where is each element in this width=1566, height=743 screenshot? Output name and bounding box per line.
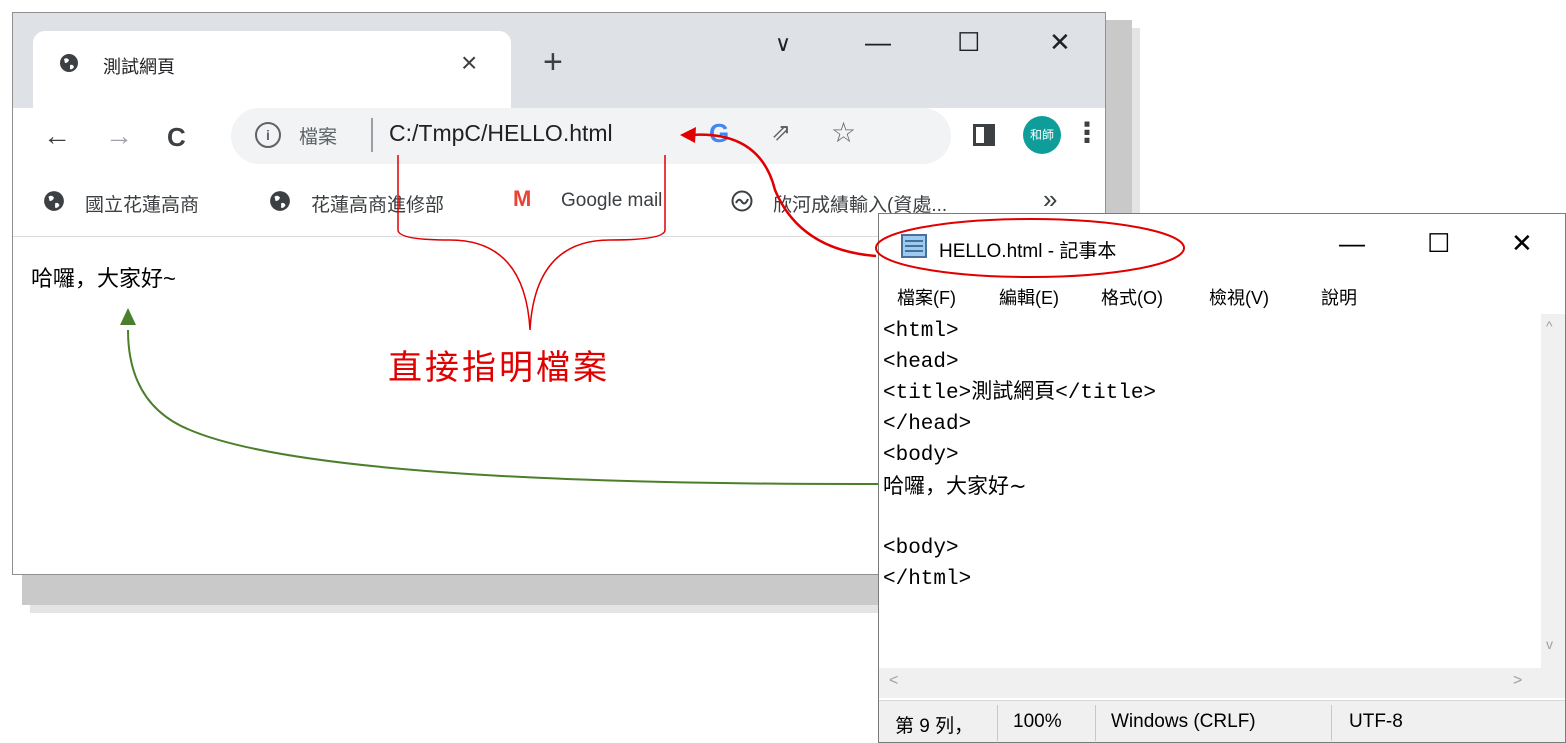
menu-file[interactable]: 檔案(F) — [897, 284, 956, 310]
side-panel-icon[interactable] — [973, 124, 995, 146]
gmail-icon: M — [513, 186, 532, 211]
text-line: <html> — [883, 320, 959, 343]
notepad-titlebar: HELLO.html - 記事本 — ☐ ✕ — [879, 214, 1565, 276]
tab-strip: 測試網頁 × + ∨ — ☐ ✕ — [13, 13, 1105, 108]
globe-icon — [270, 191, 290, 211]
text-line: </head> — [883, 413, 972, 436]
menu-help[interactable]: 說明 — [1321, 284, 1357, 310]
new-tab-button[interactable]: + — [543, 43, 563, 82]
tab-search-icon[interactable]: ∨ — [775, 31, 791, 57]
notepad-window: HELLO.html - 記事本 — ☐ ✕ 檔案(F) 編輯(E) 格式(O)… — [878, 213, 1566, 743]
bookmarks-more-icon[interactable]: » — [1043, 184, 1057, 215]
maximize-button[interactable]: ☐ — [1427, 228, 1450, 259]
status-divider — [1331, 705, 1332, 741]
text-line: </html> — [883, 568, 972, 591]
address-bar[interactable]: i 檔案 C:/TmpC/HELLO.html G ⇗ ☆ — [231, 108, 951, 164]
close-button[interactable]: ✕ — [1511, 228, 1533, 259]
share-icon[interactable]: ⇗ — [771, 118, 791, 147]
notepad-menubar: 檔案(F) 編輯(E) 格式(O) 檢視(V) 說明 — [879, 276, 1565, 314]
status-divider — [997, 705, 998, 741]
status-divider — [1095, 705, 1096, 741]
page-content: 哈囉，大家好~ — [31, 266, 176, 291]
scroll-up-icon[interactable]: ^ — [1546, 318, 1553, 334]
menu-format[interactable]: 格式(O) — [1101, 284, 1163, 310]
status-encoding: UTF-8 — [1349, 711, 1403, 732]
scroll-down-icon[interactable]: v — [1546, 636, 1553, 652]
status-bar: 第 9 列， 100% Windows (CRLF) UTF-8 — [879, 700, 1565, 742]
globe-icon — [44, 191, 64, 211]
horizontal-scrollbar[interactable]: < > — [879, 668, 1565, 698]
bookmark-item[interactable]: 花蓮高商進修部 — [311, 190, 444, 217]
text-line: <body> — [883, 537, 959, 560]
address-scheme: 檔案 — [299, 127, 338, 148]
tab-title: 測試網頁 — [103, 57, 175, 77]
status-position: 第 9 列， — [895, 716, 974, 737]
text-line: <head> — [883, 351, 959, 374]
bookmark-item[interactable]: 國立花蓮高商 — [85, 190, 199, 217]
text-line: <title>測試網頁</title> — [883, 382, 1157, 405]
scroll-right-icon[interactable]: > — [1513, 672, 1522, 690]
text-line: 哈囉，大家好~ — [883, 474, 1027, 498]
google-icon[interactable]: G — [709, 118, 729, 149]
text-line: <body> — [883, 444, 959, 467]
notepad-title: HELLO.html - 記事本 — [939, 241, 1117, 262]
annotation-label: 直接指明檔案 — [388, 348, 610, 388]
menu-edit[interactable]: 編輯(E) — [999, 284, 1059, 310]
tab-active[interactable]: 測試網頁 × — [33, 31, 511, 108]
minimize-button[interactable]: — — [865, 27, 891, 58]
notepad-icon — [901, 234, 927, 258]
browser-toolbar: ← → C i 檔案 C:/TmpC/HELLO.html G ⇗ ☆ 和師 ⋮ — [13, 108, 1105, 168]
minimize-button[interactable]: — — [1339, 228, 1365, 259]
menu-icon[interactable]: ⋮ — [1073, 116, 1101, 149]
vertical-scrollbar[interactable]: ^ v — [1541, 314, 1565, 668]
address-separator — [371, 118, 373, 152]
status-line-ending: Windows (CRLF) — [1111, 711, 1256, 732]
reload-icon[interactable]: C — [167, 122, 186, 153]
maximize-button[interactable]: ☐ — [957, 27, 980, 58]
avatar[interactable]: 和師 — [1023, 116, 1061, 154]
bookmark-star-icon[interactable]: ☆ — [831, 116, 856, 149]
back-icon[interactable]: ← — [43, 120, 71, 152]
notepad-text-area[interactable]: <html> <head> <title>測試網頁</title> </head… — [879, 314, 1541, 668]
globe-icon — [60, 54, 78, 72]
scroll-left-icon[interactable]: < — [889, 672, 898, 690]
address-url[interactable]: C:/TmpC/HELLO.html — [389, 120, 613, 147]
forward-icon[interactable]: → — [105, 120, 133, 152]
tab-close-icon[interactable]: × — [461, 47, 477, 79]
info-icon[interactable]: i — [255, 122, 281, 148]
menu-view[interactable]: 檢視(V) — [1209, 284, 1269, 310]
bookmark-item[interactable]: Google mail — [561, 190, 662, 212]
status-zoom: 100% — [1013, 711, 1062, 732]
site-icon — [731, 190, 753, 212]
close-button[interactable]: ✕ — [1049, 27, 1071, 58]
